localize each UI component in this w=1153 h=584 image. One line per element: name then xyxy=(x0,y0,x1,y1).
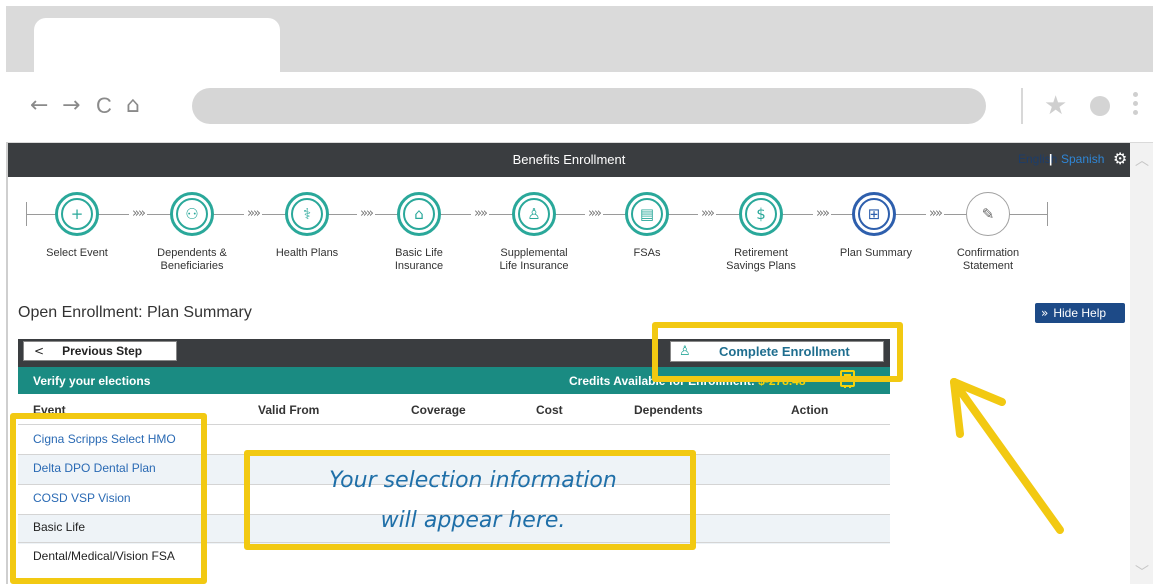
window-border xyxy=(6,142,8,584)
step-plan-summary[interactable]: ⊞ xyxy=(852,192,896,236)
help-text-line1: Your selection information xyxy=(329,468,617,493)
column-header-action: Action xyxy=(791,403,829,417)
chevron-right-icon: »» xyxy=(926,206,944,221)
chevron-right-icon: »» xyxy=(698,206,716,221)
back-arrow-icon[interactable]: ← xyxy=(30,94,48,118)
star-icon[interactable]: ★ xyxy=(1044,90,1067,121)
signed-document-icon: ✎ xyxy=(981,205,995,223)
toolbar-divider xyxy=(1021,88,1023,124)
steps-end-marker xyxy=(1047,202,1048,226)
wallet-icon: ▤ xyxy=(631,198,663,230)
step-label-dependents: Dependents & Beneficiaries xyxy=(157,247,227,272)
step-retirement[interactable]: $ xyxy=(739,192,783,236)
highlight-event-column xyxy=(10,413,207,584)
money-bag-icon: $ xyxy=(745,198,777,230)
chevron-left-icon: < xyxy=(34,344,45,358)
plus-circle-icon: + xyxy=(61,198,93,230)
gear-icon[interactable]: ⚙ xyxy=(1113,149,1127,168)
step-basic-life[interactable]: ⌂ xyxy=(397,192,441,236)
step-label-select-event: Select Event xyxy=(46,247,108,259)
family-house-icon: ⌂ xyxy=(403,198,435,230)
step-fsas[interactable]: ▤ xyxy=(625,192,669,236)
scroll-down-icon[interactable]: ﹀ xyxy=(1135,562,1149,582)
app-header: Benefits Enrollment English | Spanish ⚙ xyxy=(8,143,1130,177)
stethoscope-icon: ⚕ xyxy=(291,198,323,230)
step-label-retirement: Retirement Savings Plans xyxy=(726,247,796,272)
step-label-health-plans: Health Plans xyxy=(275,247,339,259)
previous-step-button[interactable]: < Previous Step xyxy=(23,341,177,361)
address-bar[interactable] xyxy=(192,88,986,124)
forward-arrow-icon[interactable]: → xyxy=(62,94,80,118)
verify-title: Verify your elections xyxy=(33,374,151,388)
column-header-dependents: Dependents xyxy=(634,403,703,417)
help-text-line2: will appear here. xyxy=(380,508,566,533)
language-separator: | xyxy=(1049,152,1053,166)
step-supplemental-life[interactable]: ♙ xyxy=(512,192,556,236)
kebab-menu-icon[interactable] xyxy=(1133,92,1139,119)
step-label-basic-life: Basic Life Insurance xyxy=(394,247,444,272)
step-select-event[interactable]: + xyxy=(55,192,99,236)
browser-tab[interactable] xyxy=(34,18,280,74)
highlight-complete-enrollment xyxy=(652,322,903,382)
scrollbar[interactable] xyxy=(1130,143,1153,584)
app-title: Benefits Enrollment xyxy=(512,152,626,167)
chevron-right-icon: »» xyxy=(813,206,831,221)
chevron-right-icon: »» xyxy=(129,206,147,221)
previous-step-label: Previous Step xyxy=(62,344,143,358)
people-icon: ⚇ xyxy=(176,198,208,230)
language-spanish-link[interactable]: Spanish xyxy=(1061,152,1104,166)
page-title: Open Enrollment: Plan Summary xyxy=(18,304,252,321)
chevron-right-icon: »» xyxy=(244,206,262,221)
column-header-coverage: Coverage xyxy=(411,403,466,417)
step-health-plans[interactable]: ⚕ xyxy=(285,192,329,236)
step-label-confirmation: Confirmation Statement xyxy=(956,247,1020,272)
step-label-supplemental: Supplemental Life Insurance xyxy=(499,247,569,272)
home-icon[interactable]: ⌂ xyxy=(126,94,140,118)
reload-icon[interactable]: C xyxy=(96,94,112,118)
step-label-fsas: FSAs xyxy=(633,247,661,259)
step-label-plan-summary: Plan Summary xyxy=(839,247,913,259)
help-arrow-icon xyxy=(950,378,1064,534)
column-header-cost: Cost xyxy=(536,403,563,417)
profile-avatar[interactable] xyxy=(1090,96,1110,116)
double-chevron-icon: » xyxy=(1041,306,1049,320)
chevron-right-icon: »» xyxy=(585,206,603,221)
step-dependents[interactable]: ⚇ xyxy=(170,192,214,236)
chart-add-icon: ⊞ xyxy=(858,198,890,230)
column-header-valid-from: Valid From xyxy=(258,403,320,417)
step-confirmation[interactable]: ✎ xyxy=(966,192,1010,236)
add-person-icon: ♙ xyxy=(518,198,550,230)
hide-help-label: Hide Help xyxy=(1053,306,1107,320)
chevron-right-icon: »» xyxy=(471,206,489,221)
hide-help-button[interactable]: » Hide Help xyxy=(1035,303,1125,323)
chevron-right-icon: »» xyxy=(357,206,375,221)
scroll-up-icon[interactable]: ︿ xyxy=(1135,150,1149,170)
